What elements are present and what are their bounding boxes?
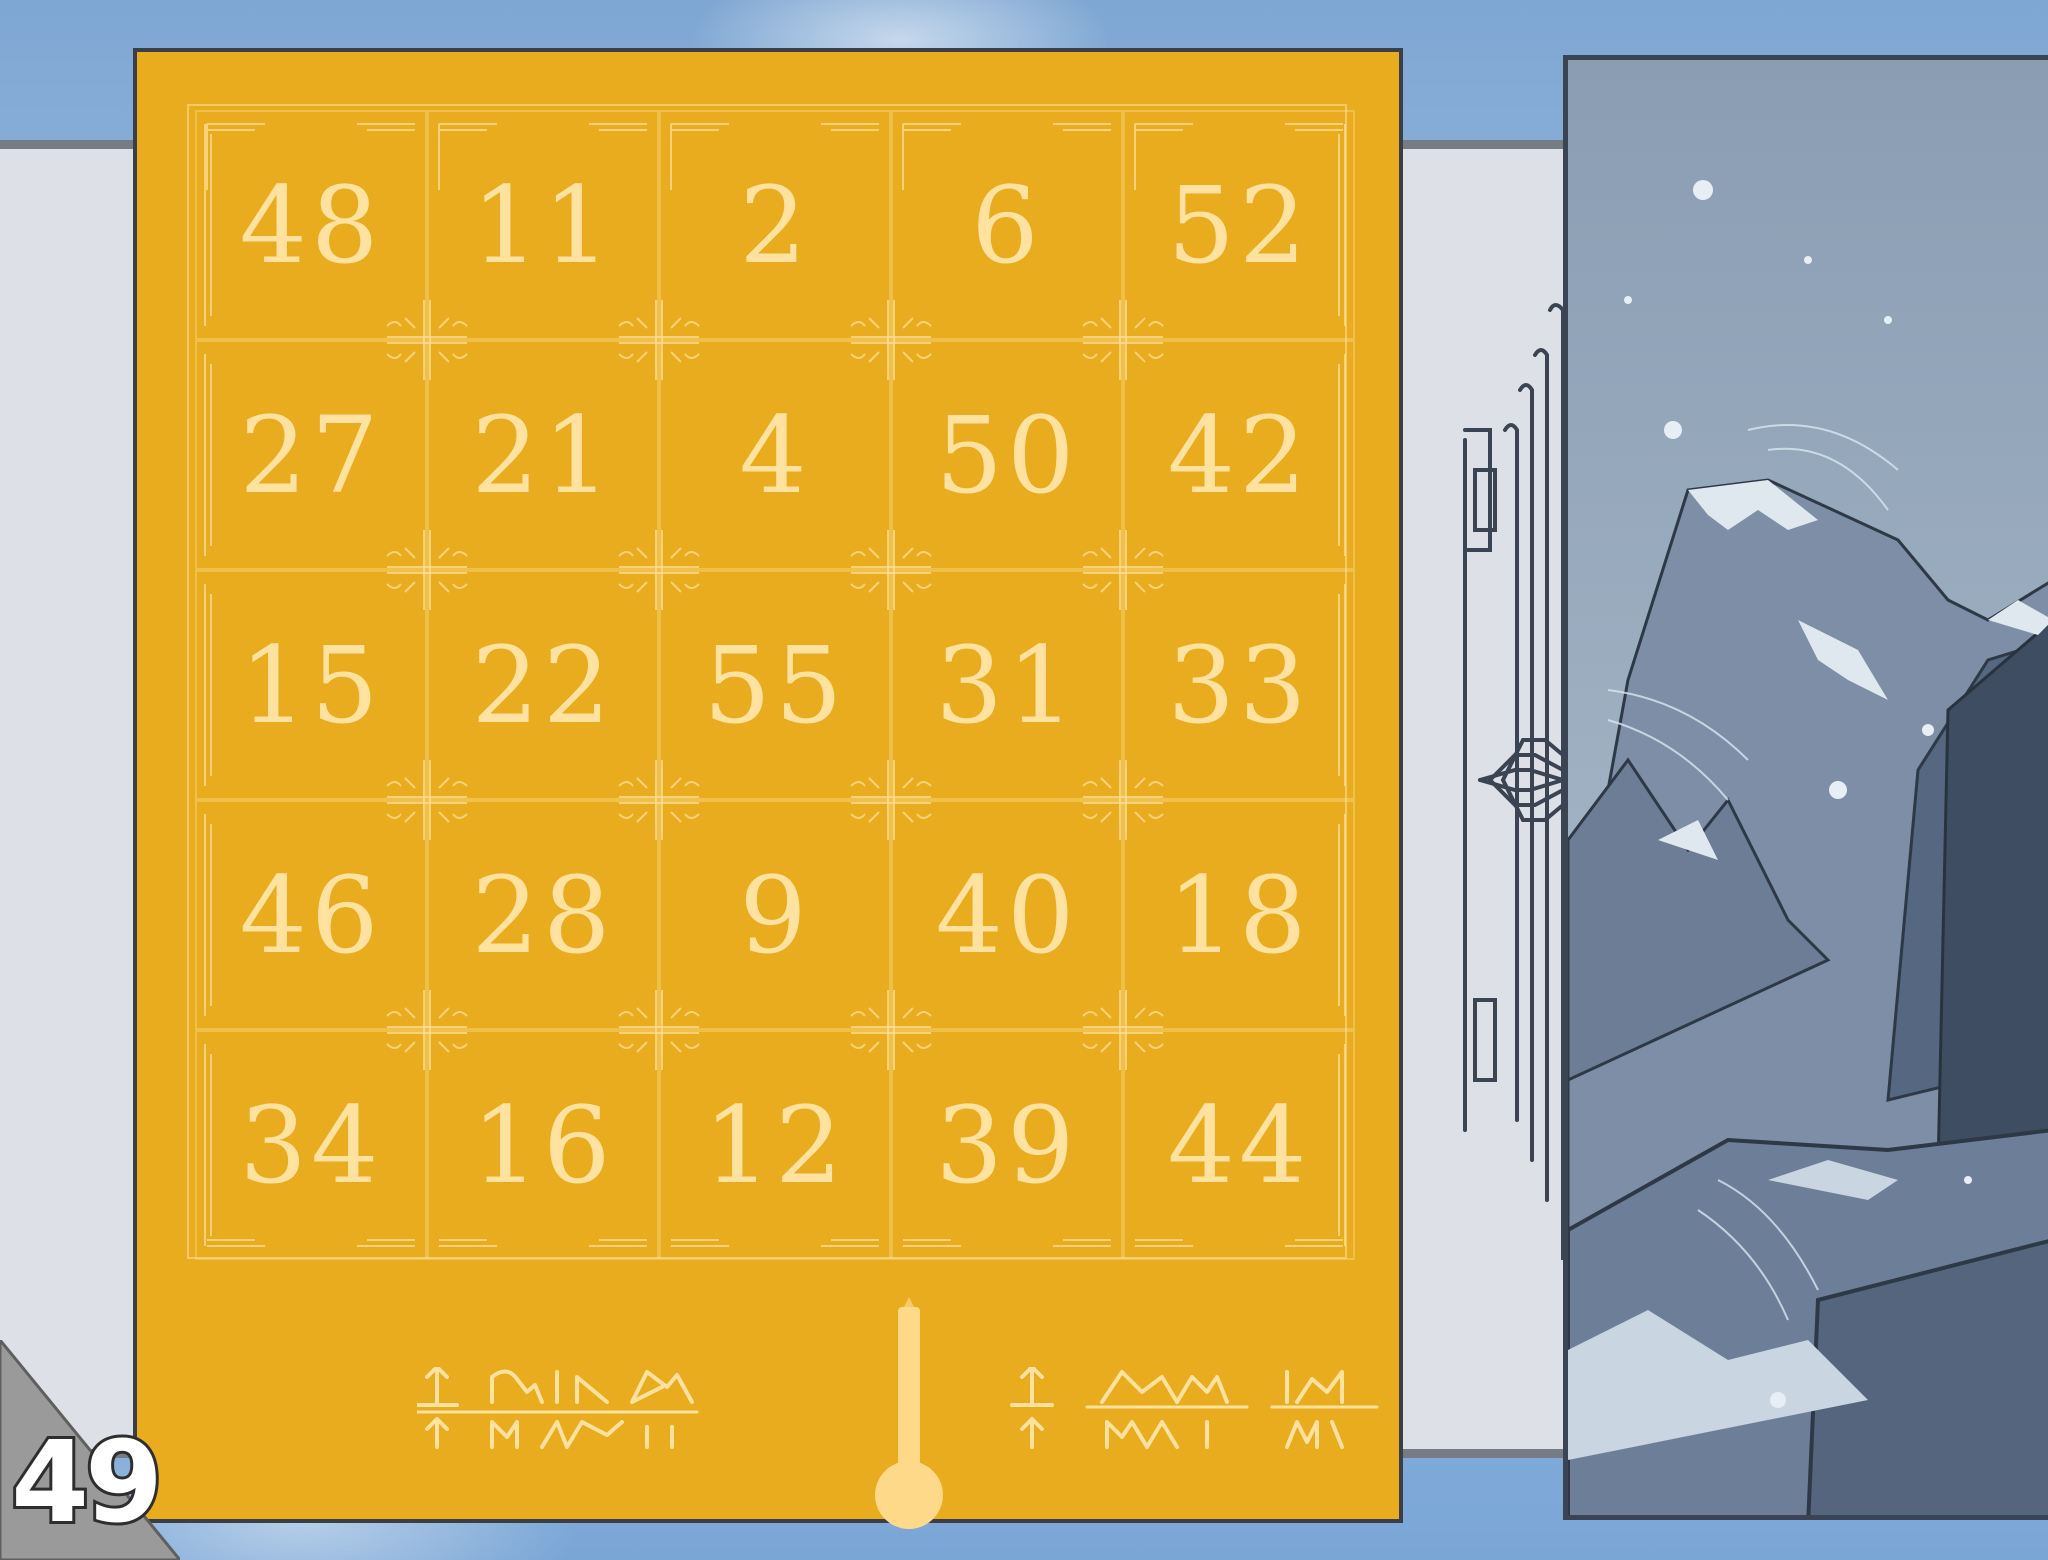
grid-number: 16 [471, 1083, 615, 1207]
grid-cell: 2 [659, 110, 891, 340]
grid-cell: 40 [891, 800, 1123, 1030]
mountain-panel [1563, 55, 2048, 1520]
grid-number: 11 [471, 163, 615, 287]
grid-number: 50 [935, 393, 1079, 517]
grid-number: 28 [471, 853, 615, 977]
grid-number: 15 [239, 623, 383, 747]
grid-cell: 9 [659, 800, 891, 1030]
grid-cell: 44 [1123, 1030, 1355, 1260]
grid-number: 21 [471, 393, 615, 517]
grid-number: 55 [703, 623, 847, 747]
grid-cell: 6 [891, 110, 1123, 340]
grid-number: 18 [1167, 853, 1311, 977]
grid-cell: 31 [891, 570, 1123, 800]
grid-cell: 52 [1123, 110, 1355, 340]
page-number: 49 [8, 1415, 166, 1551]
grid-number: 52 [1167, 163, 1311, 287]
grid-cell: 15 [195, 570, 427, 800]
grid-number: 4 [739, 393, 811, 517]
grid-cell: 39 [891, 1030, 1123, 1260]
grid-cell: 21 [427, 340, 659, 570]
circuit-connector [1463, 303, 1565, 1260]
grid-cell: 50 [891, 340, 1123, 570]
grid-number: 9 [739, 853, 811, 977]
grid-cell: 28 [427, 800, 659, 1030]
grid-number: 44 [1167, 1083, 1311, 1207]
grid-number: 27 [239, 393, 383, 517]
grid-number: 33 [1167, 623, 1311, 747]
grid-number: 2 [739, 163, 811, 287]
grid-cell: 22 [427, 570, 659, 800]
grid-cell: 34 [195, 1030, 427, 1260]
grid-cell: 12 [659, 1030, 891, 1260]
grid-cell: 33 [1123, 570, 1355, 800]
grid-cell: 4 [659, 340, 891, 570]
grid-cell: 27 [195, 340, 427, 570]
puzzle-card: 48 11 2 6 52 27 21 4 50 42 15 22 55 31 33 46 28 9 40 18 34 16… [133, 48, 1403, 1529]
rune-glyphs [417, 1367, 1379, 1449]
grid-number: 39 [935, 1083, 1079, 1207]
grid-cell: 55 [659, 570, 891, 800]
snowy-mountain-scene [1568, 60, 2048, 1515]
grid-number: 31 [935, 623, 1079, 747]
grid-number: 6 [971, 163, 1043, 287]
grid-number: 22 [471, 623, 615, 747]
grid-cell: 18 [1123, 800, 1355, 1030]
grid-number: 42 [1167, 393, 1311, 517]
grid-number: 46 [239, 853, 383, 977]
grid-cell: 11 [427, 110, 659, 340]
grid-cell: 46 [195, 800, 427, 1030]
grid-number: 40 [935, 853, 1079, 977]
grid-number: 12 [703, 1083, 847, 1207]
grid-number: 34 [239, 1083, 383, 1207]
grid-number: 48 [239, 163, 383, 287]
number-grid: 48 11 2 6 52 27 21 4 50 42 15 22 55 31 33 46 28 9 40 18 34 16… [195, 110, 1355, 1260]
grid-cell: 16 [427, 1030, 659, 1260]
grid-cell: 42 [1123, 340, 1355, 570]
grid-cell: 48 [195, 110, 427, 340]
